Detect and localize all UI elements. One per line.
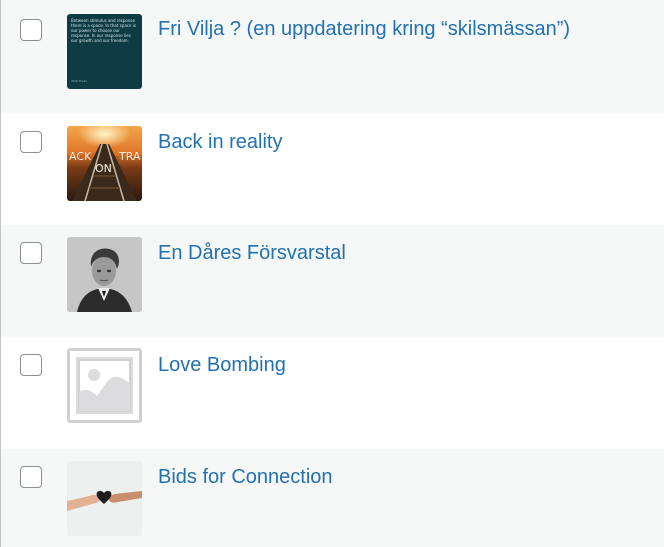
- post-title-link[interactable]: Back in reality: [158, 129, 283, 155]
- placeholder-image-icon: [67, 348, 142, 423]
- thumbnail-quote-text: Between stimulus and response there is a…: [71, 18, 136, 43]
- post-title-link[interactable]: En Dåres Försvarstal: [158, 240, 346, 266]
- post-list: Between stimulus and response there is a…: [0, 0, 664, 547]
- post-thumbnail-portrait-image[interactable]: [67, 237, 142, 312]
- hands-holding-heart-image: [67, 461, 142, 536]
- post-title-link[interactable]: Fri Vilja ? (en uppdatering kring “skils…: [158, 16, 570, 42]
- list-item: Bids for Connection: [1, 449, 664, 547]
- row-checkbox[interactable]: [20, 131, 42, 153]
- row-checkbox[interactable]: [20, 242, 42, 264]
- post-title-link[interactable]: Bids for Connection: [158, 464, 333, 490]
- thumbnail-quote-author: Viktor Frankl: [71, 80, 87, 83]
- row-checkbox[interactable]: [20, 19, 42, 41]
- thumbnail-track-word-2: ON: [95, 162, 112, 175]
- list-item: Love Bombing: [1, 337, 664, 449]
- post-thumbnail-quote-image[interactable]: Between stimulus and response there is a…: [67, 14, 142, 89]
- post-thumbnail-hands-image[interactable]: [67, 461, 142, 536]
- post-thumbnail-railroad-image[interactable]: ACK ON TRA: [67, 126, 142, 201]
- list-item: ACK ON TRA Back in reality: [1, 113, 664, 225]
- portrait-photo: [67, 237, 142, 312]
- list-item: Between stimulus and response there is a…: [1, 0, 664, 113]
- post-title-link[interactable]: Love Bombing: [158, 352, 286, 378]
- railroad-sunset-image: ACK ON TRA: [67, 126, 142, 201]
- row-checkbox[interactable]: [20, 466, 42, 488]
- thumbnail-track-word-3: TRA: [118, 150, 141, 163]
- thumbnail-track-word-1: ACK: [69, 150, 92, 163]
- row-checkbox[interactable]: [20, 354, 42, 376]
- list-item: En Dåres Försvarstal: [1, 225, 664, 337]
- post-thumbnail-placeholder[interactable]: [67, 348, 142, 423]
